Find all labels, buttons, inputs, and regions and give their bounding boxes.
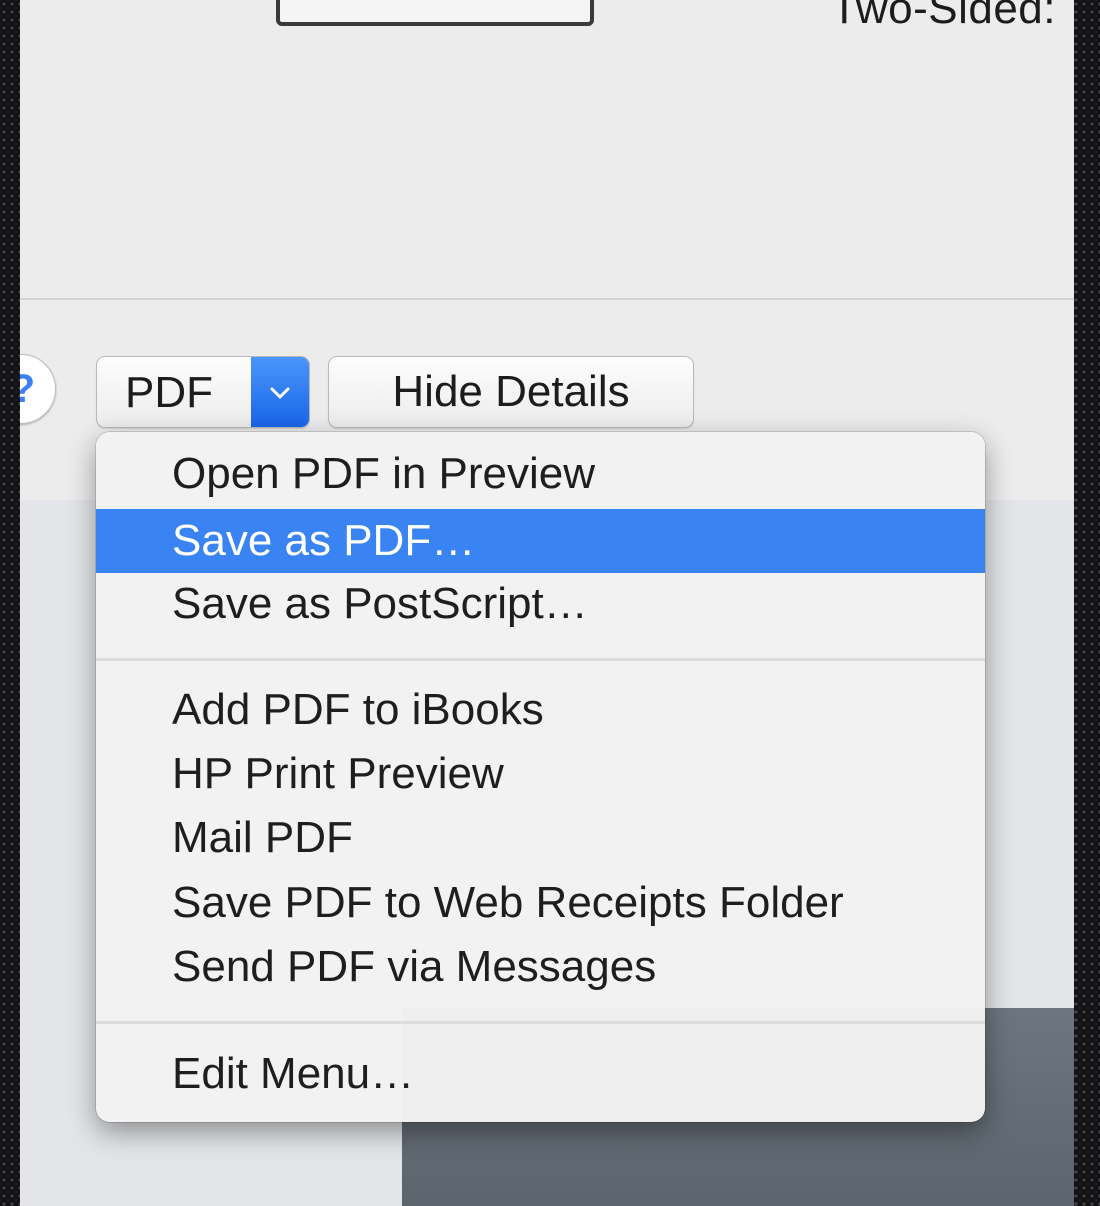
- menu-item-hp-print-preview[interactable]: HP Print Preview: [96, 742, 985, 806]
- menu-item-open-pdf-in-preview[interactable]: Open PDF in Preview: [96, 442, 985, 506]
- pdf-menu-button[interactable]: PDF: [96, 356, 310, 428]
- menu-item-mail-pdf[interactable]: Mail PDF: [96, 806, 985, 870]
- menu-item-save-as-pdf[interactable]: Save as PDF…: [96, 509, 985, 573]
- pdf-dropdown-menu: Open PDF in Preview Save as PDF… Save as…: [96, 432, 985, 1122]
- hide-details-button[interactable]: Hide Details: [328, 356, 694, 428]
- help-button[interactable]: ?: [20, 354, 56, 424]
- layout-popup-button[interactable]: [276, 0, 594, 26]
- menu-item-edit-menu[interactable]: Edit Menu…: [96, 1042, 985, 1106]
- section-divider: [20, 298, 1074, 300]
- pdf-button-label: PDF: [125, 368, 213, 417]
- menu-separator: [96, 1021, 985, 1024]
- chevron-down-icon[interactable]: [251, 357, 309, 427]
- menu-item-save-pdf-to-web-receipts-folder[interactable]: Save PDF to Web Receipts Folder: [96, 871, 985, 935]
- menu-item-send-pdf-via-messages[interactable]: Send PDF via Messages: [96, 935, 985, 999]
- two-sided-label: Two-Sided:: [830, 0, 1056, 33]
- menu-separator: [96, 658, 985, 661]
- menu-item-add-pdf-to-ibooks[interactable]: Add PDF to iBooks: [96, 678, 985, 742]
- help-icon: ?: [20, 367, 35, 412]
- menu-item-save-as-postscript[interactable]: Save as PostScript…: [96, 572, 985, 636]
